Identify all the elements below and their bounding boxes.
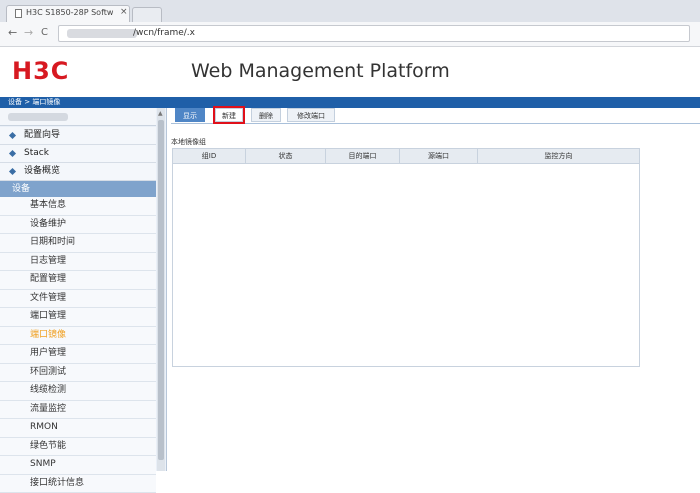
sidebar-item-loopback[interactable]: 环回测试	[0, 364, 156, 383]
tab-show[interactable]: 显示	[175, 108, 205, 122]
browser-tab[interactable]: H3C S1850-28P Softw ×	[6, 5, 130, 22]
back-arrow-icon[interactable]: ←	[8, 26, 17, 39]
diamond-icon	[9, 168, 16, 175]
platform-title: Web Management Platform	[191, 60, 450, 82]
sidebar-menu: 配置向导 Stack 设备概览 设备 基本信息 设备维护 日期和时间 日志管理 …	[0, 127, 156, 493]
scroll-up-icon[interactable]: ▲	[158, 110, 163, 117]
sidebar-item-files[interactable]: 文件管理	[0, 290, 156, 309]
browser-tab-title: H3C S1850-28P Softw	[26, 8, 114, 17]
tab-new[interactable]: 新建	[215, 108, 243, 122]
reload-icon[interactable]: C	[41, 27, 48, 38]
sidebar-scrollbar[interactable]: ▲	[157, 108, 165, 471]
sidebar-item-label: Stack	[24, 148, 49, 158]
diamond-icon	[9, 150, 16, 157]
browser-toolbar: ← → C /wcn/frame/.x	[0, 22, 700, 47]
sidebar-item-overview[interactable]: 设备概览	[0, 163, 156, 181]
sidebar-item-wizard[interactable]: 配置向导	[0, 127, 156, 145]
sidebar-group-device[interactable]: 设备	[0, 181, 156, 197]
column-header[interactable]: 监控方向	[478, 149, 639, 163]
mirror-group-table: 组ID 状态 目的端口 源端口 监控方向	[172, 148, 640, 367]
sidebar-item-basic-info[interactable]: 基本信息	[0, 197, 156, 216]
sidebar-item-cable-test[interactable]: 线缆检测	[0, 382, 156, 401]
sidebar-item-config[interactable]: 配置管理	[0, 271, 156, 290]
column-header[interactable]: 状态	[246, 149, 326, 163]
main-content: 显示 新建 删除 修改端口 本地镜像组 组ID 状态 目的端口 源端口 监控方向	[167, 108, 700, 471]
table-header: 组ID 状态 目的端口 源端口 监控方向	[173, 149, 639, 164]
sidebar-item-traffic[interactable]: 流量监控	[0, 401, 156, 420]
sidebar-item-label: 配置向导	[24, 130, 60, 140]
address-url: /wcn/frame/.x	[133, 28, 195, 38]
redacted-device-name	[8, 113, 68, 121]
sidebar-item-port-stats[interactable]: 接口统计信息	[0, 475, 156, 493]
new-tab-button[interactable]	[132, 7, 162, 22]
sidebar-item-log[interactable]: 日志管理	[0, 253, 156, 272]
browser-tab-strip: H3C S1850-28P Softw ×	[0, 0, 700, 22]
column-header[interactable]: 目的端口	[326, 149, 400, 163]
sidebar-item-date-time[interactable]: 日期和时间	[0, 234, 156, 253]
sidebar-item-snmp[interactable]: SNMP	[0, 456, 156, 475]
tab-modify-port[interactable]: 修改端口	[287, 108, 335, 122]
page-icon	[15, 9, 22, 18]
sidebar-header	[0, 108, 156, 126]
close-icon[interactable]: ×	[120, 7, 128, 17]
sidebar-item-ports[interactable]: 端口管理	[0, 308, 156, 327]
forward-arrow-icon[interactable]: →	[24, 26, 33, 39]
action-tabs: 显示 新建 删除 修改端口	[171, 108, 700, 124]
sidebar-item-users[interactable]: 用户管理	[0, 345, 156, 364]
sidebar-item-maintenance[interactable]: 设备维护	[0, 216, 156, 235]
sidebar: 配置向导 Stack 设备概览 设备 基本信息 设备维护 日期和时间 日志管理 …	[0, 108, 167, 471]
h3c-logo: H3C	[12, 57, 69, 85]
sidebar-item-port-mirror[interactable]: 端口镜像	[0, 327, 156, 346]
tab-delete[interactable]: 删除	[251, 108, 281, 122]
breadcrumb: 设备 > 端口镜像	[8, 97, 60, 108]
app-header: H3C Web Management Platform	[0, 47, 700, 97]
diamond-icon	[9, 132, 16, 139]
section-label: 本地镜像组	[171, 137, 206, 147]
sidebar-item-label: 设备概览	[24, 166, 60, 176]
sidebar-item-stack[interactable]: Stack	[0, 145, 156, 163]
breadcrumb-bar: 设备 > 端口镜像	[0, 97, 700, 108]
address-bar[interactable]: /wcn/frame/.x	[58, 25, 690, 42]
scrollbar-thumb[interactable]	[158, 120, 164, 460]
sidebar-item-green[interactable]: 绿色节能	[0, 438, 156, 457]
column-header[interactable]: 组ID	[173, 149, 246, 163]
column-header[interactable]: 源端口	[400, 149, 478, 163]
redacted-host	[67, 29, 137, 38]
sidebar-item-rmon[interactable]: RMON	[0, 419, 156, 438]
